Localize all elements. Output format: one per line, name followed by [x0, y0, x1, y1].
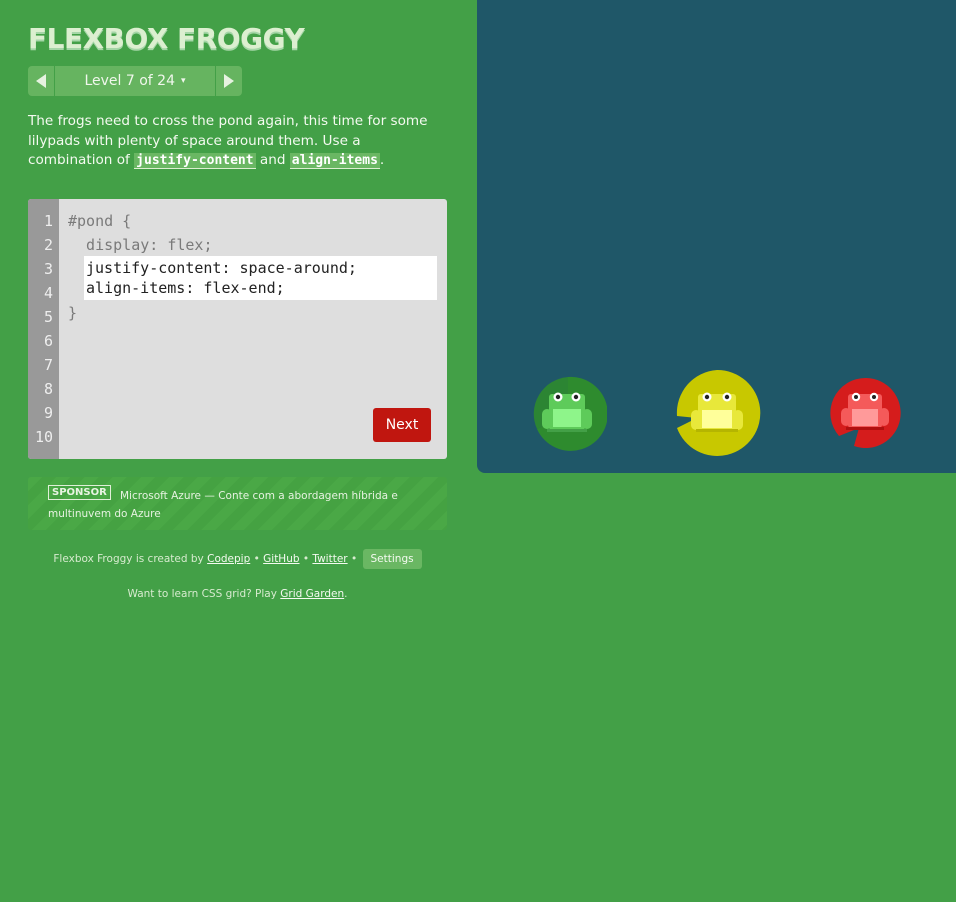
grid-garden-footer: Want to learn CSS grid? Play Grid Garden…: [28, 588, 447, 600]
level-navigation: Level 7 of 24 ▾: [28, 66, 242, 96]
line-number: 10: [34, 428, 53, 446]
line-number: 6: [43, 332, 53, 350]
css-editor: 1 2 3 4 5 6 7 8 9 10 #pond { display: fl…: [28, 199, 447, 459]
sponsor-text[interactable]: Microsoft Azure — Conte com a abordagem …: [48, 487, 428, 523]
code-line-pond-open: #pond {: [68, 212, 132, 230]
previous-level-button[interactable]: [28, 66, 55, 96]
separator: •: [350, 553, 358, 565]
arrow-left-icon: [36, 74, 46, 88]
codepip-link[interactable]: Codepip: [207, 553, 250, 565]
line-number: 7: [43, 356, 53, 374]
settings-button[interactable]: Settings: [362, 549, 422, 569]
yellow-frog-belly: [702, 410, 732, 428]
grid-garden-link[interactable]: Grid Garden: [280, 588, 344, 600]
twitter-link[interactable]: Twitter: [312, 553, 347, 565]
instructions-and: and: [255, 152, 290, 168]
code-tag-align-items[interactable]: align-items: [289, 153, 380, 169]
green-frog-on-lilypad: [533, 376, 607, 451]
next-level-arrow-button[interactable]: [215, 66, 242, 96]
line-number: 9: [43, 404, 53, 422]
green-frog-belly: [553, 409, 581, 427]
line-number: 1: [43, 212, 53, 230]
footer-period: .: [344, 588, 348, 600]
learn-grid-text: Want to learn CSS grid? Play: [127, 588, 277, 600]
credits-footer: Flexbox Froggy is created by Codepip • G…: [28, 548, 447, 570]
input-line-justify-content[interactable]: justify-content: space-around;: [86, 259, 357, 277]
code-line-close-brace: }: [68, 304, 78, 322]
line-number-gutter: 1 2 3 4 5 6 7 8 9 10: [28, 199, 59, 459]
separator: •: [253, 553, 260, 565]
separator: •: [302, 553, 310, 565]
caret-down-icon: ▾: [181, 76, 186, 86]
level-indicator[interactable]: Level 7 of 24 ▾: [55, 73, 215, 89]
red-frog-belly: [852, 409, 878, 426]
level-label: Level 7 of 24: [84, 73, 175, 89]
line-number: 5: [43, 308, 53, 326]
next-button[interactable]: Next: [373, 408, 431, 442]
yellow-frog-on-lilypad: [676, 369, 761, 456]
input-line-align-items[interactable]: align-items: flex-end;: [86, 279, 285, 297]
line-number: 2: [43, 236, 53, 254]
arrow-right-icon: [224, 74, 234, 88]
code-input[interactable]: justify-content: space-around; align-ite…: [84, 256, 437, 300]
sponsor-banner[interactable]: SPONSOR Microsoft Azure — Conte com a ab…: [28, 477, 447, 530]
code-line-display: display: flex;: [68, 236, 213, 254]
instructions: The frogs need to cross the pond again, …: [28, 112, 447, 171]
red-frog-on-lilypad: [830, 377, 901, 448]
github-link[interactable]: GitHub: [263, 553, 299, 565]
line-number: 3: [43, 260, 53, 278]
line-number: 4: [43, 284, 53, 302]
game-title: FLEXBOX FROGGY: [28, 22, 305, 55]
line-number: 8: [43, 380, 53, 398]
instructions-period: .: [379, 152, 385, 168]
created-by-text: Flexbox Froggy is created by: [53, 553, 204, 565]
pond: [477, 0, 956, 473]
code-tag-justify-content[interactable]: justify-content: [134, 153, 256, 169]
